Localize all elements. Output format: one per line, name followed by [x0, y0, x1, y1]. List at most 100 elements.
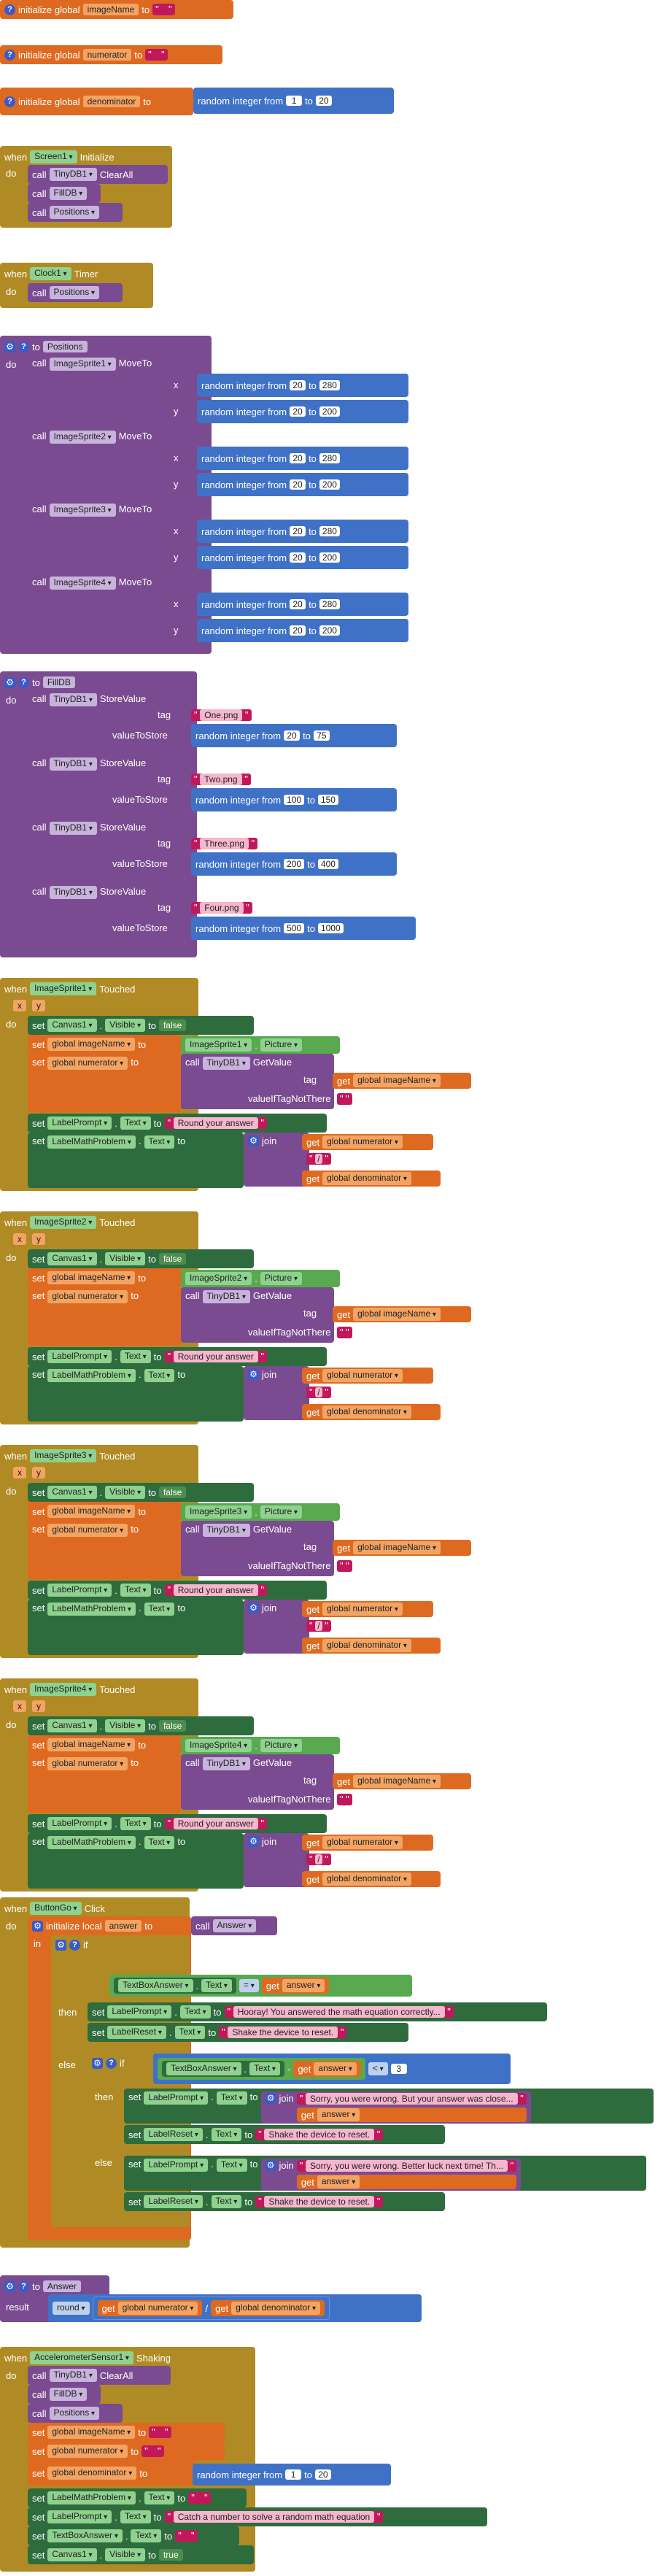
string-empty[interactable]: " "	[188, 2492, 211, 2504]
gear-icon[interactable]: ⚙	[55, 1939, 66, 1951]
lt-operator[interactable]: <	[368, 2062, 388, 2075]
component-dropdown[interactable]: LabelPrompt	[47, 2510, 112, 2523]
set-labelmath[interactable]: setLabelMathProblem.Textto	[28, 1600, 244, 1655]
component-dropdown[interactable]: LabelMathProblem	[47, 1836, 136, 1849]
proc-name[interactable]: Answer	[42, 2280, 81, 2292]
set-canvas-visible[interactable]: set Canvas1 . Visible to true	[28, 2545, 254, 2564]
string-empty[interactable]: " "	[175, 2530, 198, 2542]
bool-true[interactable]: true	[158, 2549, 183, 2561]
property-dropdown[interactable]: Visible	[105, 1486, 146, 1499]
sprite-dropdown[interactable]: ImageSprite4	[49, 576, 116, 590]
property-dropdown[interactable]: Text	[144, 2491, 175, 2504]
get-picture[interactable]: ImageSprite2.Picture	[181, 1270, 340, 1287]
from-number[interactable]: 20	[290, 552, 306, 563]
set-canvas-visible[interactable]: setCanvas1.Visibletofalse	[28, 1016, 254, 1035]
get-textbox-text[interactable]: TextBoxAnswer . Text	[162, 2061, 284, 2077]
var-dropdown[interactable]: global numerator	[322, 1135, 403, 1149]
sprite-dropdown[interactable]: ImageSprite1	[49, 358, 116, 371]
set-canvas-visible[interactable]: setCanvas1.Visibletofalse	[28, 1249, 254, 1268]
component-dropdown[interactable]: ImageSprite4	[185, 1739, 252, 1752]
get-numerator[interactable]: get global numerator	[97, 2300, 203, 2316]
from-number[interactable]: 20	[284, 730, 301, 741]
component-dropdown[interactable]: Clock1	[30, 267, 71, 280]
param-x[interactable]: x	[13, 1467, 26, 1478]
var-dropdown[interactable]: global numerator	[322, 1369, 403, 1382]
component-dropdown[interactable]: LabelPrompt	[107, 2005, 172, 2018]
from-number[interactable]: 20	[290, 453, 306, 463]
string-empty[interactable]: " "	[142, 2445, 164, 2457]
string-tag[interactable]: " Four.png "	[191, 902, 252, 914]
string-shake[interactable]: " Shake the device to reset. "	[255, 2196, 384, 2207]
random-integer-block[interactable]: random integer from 20 to 200	[197, 400, 408, 423]
set-labelprompt-wrong[interactable]: set LabelPrompt . Text to ⚙ join " Sorry…	[124, 2156, 646, 2191]
random-integer-block[interactable]: random integer from 1 to 20	[193, 88, 394, 114]
get-picture[interactable]: ImageSprite3.Picture	[181, 1503, 340, 1521]
string-empty[interactable]: " "	[145, 49, 168, 61]
var-dropdown[interactable]: global imageName	[353, 1775, 441, 1788]
from-number[interactable]: 20	[290, 406, 306, 417]
string-slash[interactable]: " / "	[306, 1854, 331, 1865]
component-dropdown[interactable]: Canvas1	[47, 2548, 97, 2561]
component-dropdown[interactable]: LabelMathProblem	[47, 1603, 136, 1616]
bool-false[interactable]: false	[158, 1253, 187, 1265]
to-number[interactable]: 280	[319, 453, 340, 463]
call-clearall[interactable]: call TinyDB1 ClearAll	[28, 165, 168, 184]
set-labelmath[interactable]: set LabelMathProblem . Text to " "	[28, 2488, 247, 2507]
string-tag[interactable]: " One.png "	[191, 709, 252, 721]
component-dropdown[interactable]: TinyDB1	[202, 1524, 250, 1537]
random-integer-block[interactable]: random integer from 20 to 200	[197, 473, 408, 496]
property-dropdown[interactable]: Text	[120, 2510, 151, 2523]
component-dropdown[interactable]: ImageSprite3	[30, 1449, 97, 1462]
gear-icon[interactable]: ⚙	[265, 2160, 276, 2171]
param-y[interactable]: y	[32, 1467, 45, 1478]
string-wrong[interactable]: " Sorry, you were wrong. Better luck nex…	[296, 2160, 517, 2172]
set-global-numerator[interactable]: setglobal numeratorto	[28, 1754, 181, 1813]
component-dropdown[interactable]: TinyDB1	[49, 693, 97, 706]
var-dropdown[interactable]: answer	[317, 2175, 360, 2189]
proc-dropdown[interactable]: FillDB	[49, 2388, 88, 2401]
get-answer[interactable]: get answer	[293, 2061, 361, 2077]
from-number[interactable]: 1	[286, 96, 303, 106]
moveto-call[interactable]: callImageSprite2MoveTo	[28, 428, 197, 496]
proc-dropdown[interactable]: FillDB	[49, 187, 88, 200]
call-positions[interactable]: call Positions	[28, 2404, 123, 2423]
component-dropdown[interactable]: AccelerometerSensor1	[30, 2351, 133, 2364]
property-dropdown[interactable]: Text	[144, 1135, 175, 1149]
divide-block[interactable]: getglobal numerator / getglobal denomina…	[92, 2297, 330, 2320]
var-dropdown[interactable]: global denominator	[47, 2467, 137, 2480]
get-global-numerator[interactable]: get global numerator	[302, 1368, 433, 1384]
to-number[interactable]: 200	[319, 406, 340, 417]
set-global-imagename[interactable]: setglobal imageNameto	[28, 1735, 181, 1754]
gear-icon[interactable]: ⚙	[92, 2057, 103, 2069]
var-dropdown[interactable]: global imageName	[47, 1505, 136, 1518]
clock1-timer-event[interactable]: when Clock1 Timer do call Positions	[0, 263, 153, 308]
component-dropdown[interactable]: TextBoxAnswer	[47, 2529, 123, 2542]
compare-lt-block[interactable]: TextBoxAnswer . Text - get answer < 3	[153, 2054, 511, 2084]
param-x[interactable]: x	[13, 1233, 26, 1245]
var-dropdown[interactable]: global imageName	[353, 1074, 441, 1087]
set-labelmath[interactable]: setLabelMathProblem.Textto	[28, 1833, 244, 1889]
screen1-initialize-event[interactable]: when Screen1 Initialize do call TinyDB1 …	[0, 146, 172, 228]
property-dropdown[interactable]: Visible	[105, 1252, 146, 1265]
component-dropdown[interactable]: ImageSprite1	[185, 1038, 252, 1052]
var-dropdown[interactable]: answer	[314, 2062, 357, 2075]
get-global-denominator[interactable]: get global denominator	[302, 1638, 441, 1654]
property-dropdown[interactable]: Picture	[260, 1272, 302, 1285]
property-dropdown[interactable]: Text	[216, 2159, 247, 2172]
random-integer-block[interactable]: random integer from 20 to 280	[197, 520, 408, 543]
to-number[interactable]: 280	[319, 526, 340, 536]
string-empty[interactable]: " "	[337, 1327, 352, 1338]
var-dropdown[interactable]: global denominator	[322, 1873, 411, 1886]
var-dropdown[interactable]: global imageName	[353, 1308, 441, 1321]
property-dropdown[interactable]: Text	[120, 1817, 151, 1830]
help-icon[interactable]: ?	[4, 96, 15, 107]
component-dropdown[interactable]: TinyDB1	[202, 1057, 250, 1070]
set-labelprompt[interactable]: setLabelPrompt.Textto" Round your answer…	[28, 1347, 327, 1366]
to-number[interactable]: 280	[319, 380, 340, 390]
proc-name[interactable]: FillDB	[42, 676, 75, 688]
component-dropdown[interactable]: LabelPrompt	[47, 1117, 112, 1130]
get-global-numerator[interactable]: get global numerator	[302, 1835, 433, 1851]
component-dropdown[interactable]: ImageSprite4	[30, 1683, 97, 1696]
get-global-numerator[interactable]: get global numerator	[302, 1134, 433, 1150]
to-number[interactable]: 400	[317, 859, 338, 869]
